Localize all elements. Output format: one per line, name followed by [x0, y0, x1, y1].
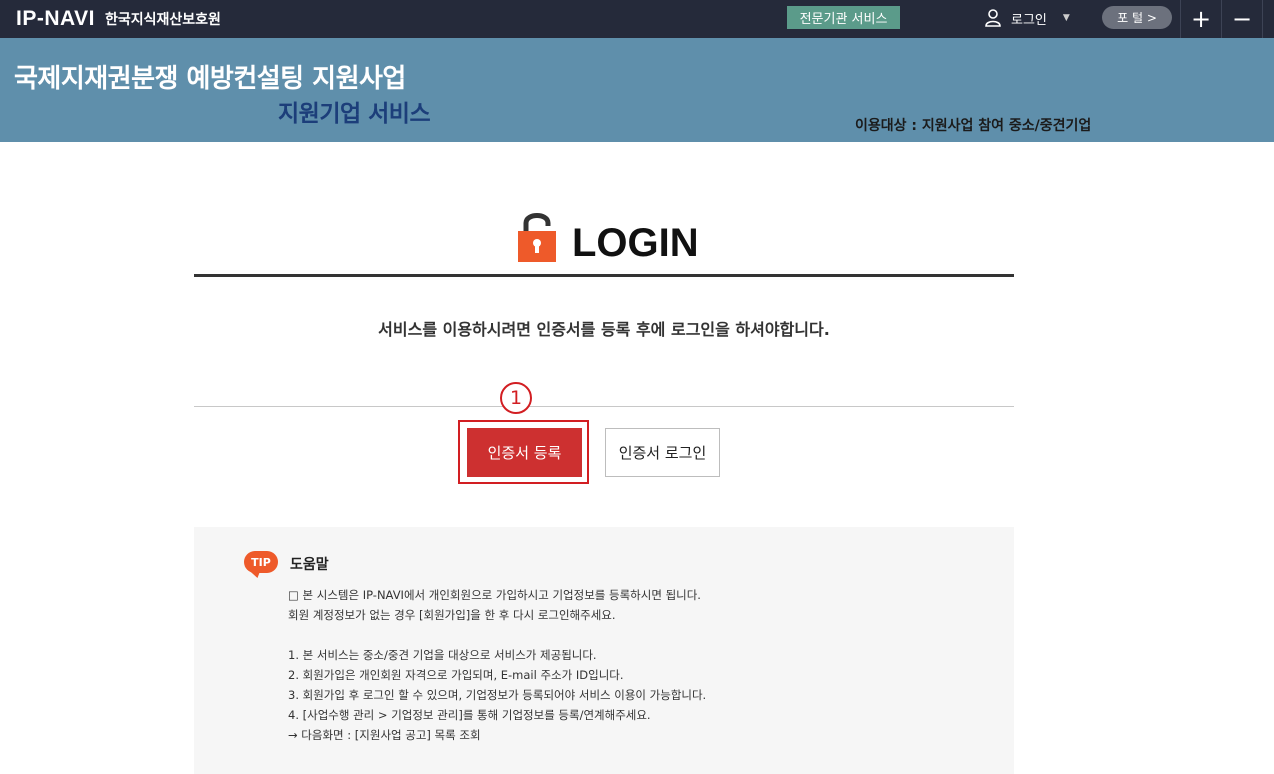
- header-divider: [194, 274, 1014, 277]
- login-header: LOGIN: [517, 208, 699, 263]
- banner-target: 이용대상 : 지원사업 참여 중소/중견기업: [855, 118, 1092, 134]
- banner-subtitle: 지원기업 서비스: [278, 101, 431, 127]
- login-notice: 서비스를 이용하시려면 인증서를 등록 후에 로그인을 하셔야합니다.: [378, 320, 830, 339]
- user-icon: [985, 9, 1001, 27]
- help-item: 2. 회원가입은 개인회원 자격으로 가입되며, E-mail 주소가 ID입니…: [288, 668, 624, 682]
- cert-login-button[interactable]: 인증서 로그인: [605, 428, 720, 477]
- banner-title: 국제지재권분쟁 예방컨설팅 지원사업: [14, 64, 406, 94]
- login-title: LOGIN: [572, 221, 699, 265]
- expert-service-button[interactable]: 전문기관 서비스: [787, 6, 900, 29]
- help-item: 1. 본 서비스는 중소/중견 기업을 대상으로 서비스가 제공됩니다.: [288, 648, 597, 662]
- cert-register-button[interactable]: 인증서 등록: [467, 428, 582, 477]
- portal-button[interactable]: 포 털 >: [1102, 6, 1172, 29]
- zoom-in-button[interactable]: +: [1181, 0, 1221, 38]
- logo-mark: IP-NAVI: [16, 7, 95, 30]
- login-menu[interactable]: 로그인 ▼: [985, 6, 1070, 30]
- login-menu-label: 로그인: [1011, 12, 1047, 28]
- help-item: → 다음화면 : [지원사업 공고] 목록 조회: [288, 728, 481, 742]
- section-divider: [194, 406, 1014, 407]
- top-bar: IP-NAVI 한국지식재산보호원 전문기관 서비스 로그인 ▼ 포 털 > +…: [0, 0, 1274, 38]
- help-spacer: [288, 625, 988, 645]
- chevron-down-icon: ▼: [1062, 13, 1070, 23]
- help-item: 3. 회원가입 후 로그인 할 수 있으며, 기업정보가 등록되어야 서비스 이…: [288, 688, 707, 702]
- step-marker: 1: [500, 382, 532, 414]
- help-title: 도움말: [290, 557, 329, 573]
- help-content: □ 본 시스템은 IP-NAVI에서 개인회원으로 가입하시고 기업정보를 등록…: [288, 585, 988, 745]
- help-box: TIP 도움말 □ 본 시스템은 IP-NAVI에서 개인회원으로 가입하시고 …: [194, 527, 1014, 774]
- help-intro-line: 회원 계정정보가 없는 경우 [회원가입]을 한 후 다시 로그인해주세요.: [288, 608, 616, 622]
- tip-badge-tail: [248, 570, 264, 578]
- org-name: 한국지식재산보호원: [104, 12, 221, 28]
- help-intro-line: □ 본 시스템은 IP-NAVI에서 개인회원으로 가입하시고 기업정보를 등록…: [288, 588, 701, 602]
- service-banner: 국제지재권분쟁 예방컨설팅 지원사업 지원기업 서비스 이용대상 : 지원사업 …: [0, 38, 1274, 142]
- zoom-out-button[interactable]: −: [1222, 0, 1262, 38]
- toolbar-divider: [1262, 0, 1263, 38]
- lock-icon: [518, 213, 556, 262]
- logo[interactable]: IP-NAVI 한국지식재산보호원: [16, 6, 221, 32]
- help-item: 4. [사업수행 관리 > 기업정보 관리]를 통해 기업정보를 등록/연계해주…: [288, 708, 651, 722]
